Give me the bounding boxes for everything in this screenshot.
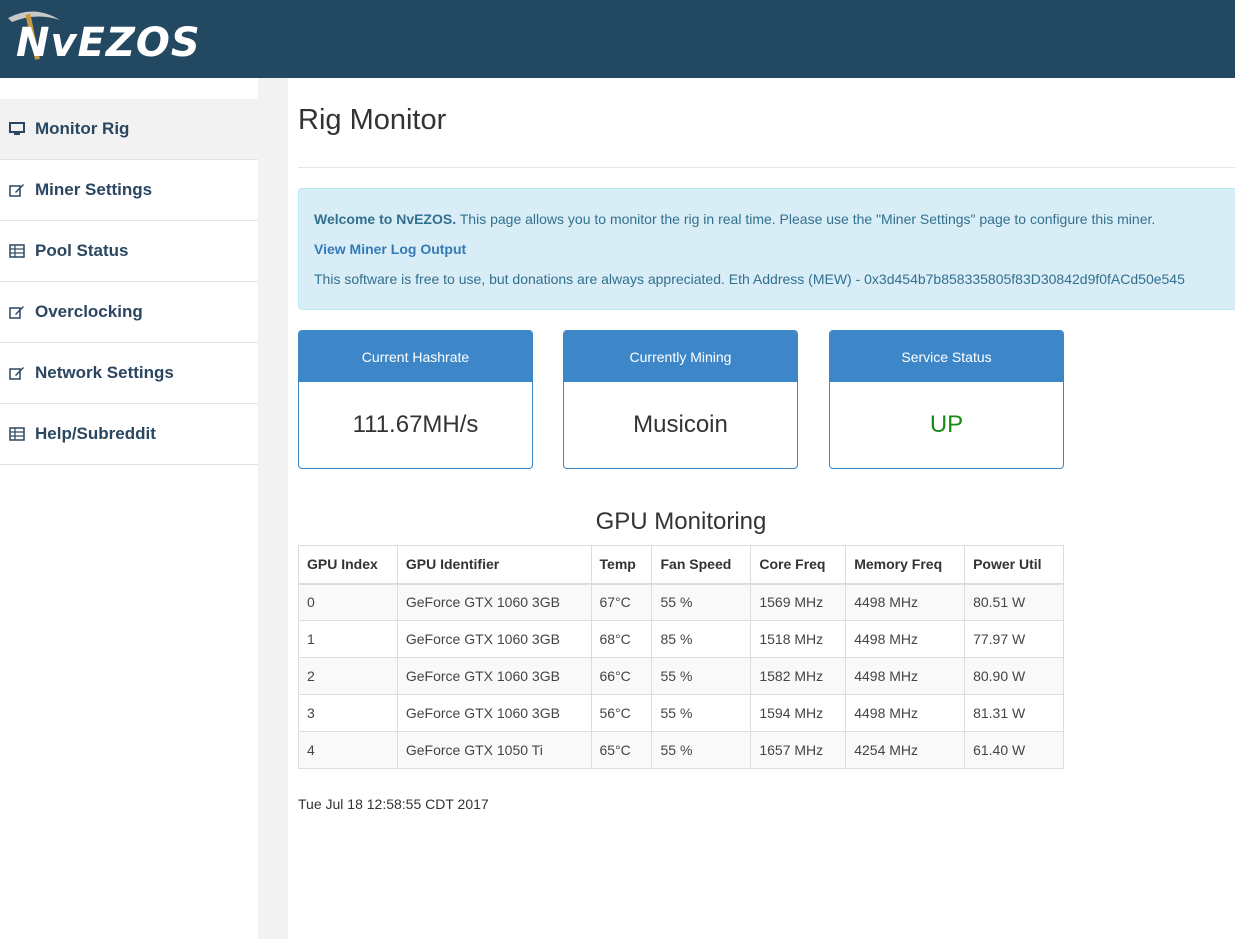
divider bbox=[298, 167, 1235, 168]
view-miner-log-link[interactable]: View Miner Log Output bbox=[314, 241, 466, 257]
mining-value: Musicoin bbox=[633, 411, 728, 438]
sidebar-item-label: Network Settings bbox=[35, 363, 174, 382]
sidebar-gutter bbox=[258, 78, 288, 939]
table-cell: 80.51 W bbox=[964, 583, 1064, 621]
column-header: GPU Index bbox=[298, 545, 398, 585]
page-title: Rig Monitor bbox=[298, 104, 447, 136]
table-cell: 1657 MHz bbox=[750, 731, 847, 769]
sidebar-item-monitor-rig[interactable]: Monitor Rig bbox=[0, 99, 258, 160]
edit-icon bbox=[8, 365, 26, 381]
sidebar-item-label: Pool Status bbox=[35, 241, 129, 260]
sidebar-item-label: Overclocking bbox=[35, 302, 143, 321]
table-cell: 55 % bbox=[651, 694, 752, 732]
sidebar: Monitor Rig Miner Settings Pool Status O… bbox=[0, 78, 258, 939]
table-icon bbox=[8, 243, 26, 259]
table-cell: 66°C bbox=[590, 657, 653, 695]
table-cell: 1 bbox=[298, 620, 398, 658]
table-cell: 1569 MHz bbox=[750, 583, 847, 621]
top-bar: NvEZOS bbox=[0, 0, 1235, 78]
hashrate-label: Current Hashrate bbox=[299, 331, 532, 382]
table-cell: GeForce GTX 1060 3GB bbox=[396, 620, 592, 658]
nav-list: Monitor Rig Miner Settings Pool Status O… bbox=[0, 99, 258, 465]
edit-icon bbox=[8, 304, 26, 320]
table-cell: 0 bbox=[298, 583, 398, 621]
table-cell: 77.97 W bbox=[964, 620, 1064, 658]
table-cell: 4498 MHz bbox=[845, 657, 966, 695]
nvezos-logo[interactable]: NvEZOS bbox=[6, 6, 221, 70]
table-cell: 4498 MHz bbox=[845, 694, 966, 732]
sidebar-item-label: Miner Settings bbox=[35, 180, 153, 199]
table-cell: 4 bbox=[298, 731, 398, 769]
last-updated-timestamp: Tue Jul 18 12:58:55 CDT 2017 bbox=[298, 796, 489, 812]
table-cell: 4498 MHz bbox=[845, 583, 966, 621]
info-alert: Welcome to NvEZOS. This page allows you … bbox=[298, 188, 1235, 310]
table-cell: 80.90 W bbox=[964, 657, 1064, 695]
gpu-monitoring-title: GPU Monitoring bbox=[595, 508, 767, 535]
column-header: Power Util bbox=[964, 545, 1064, 585]
table-cell: 2 bbox=[298, 657, 398, 695]
sidebar-item-miner-settings[interactable]: Miner Settings bbox=[0, 160, 258, 221]
table-cell: 55 % bbox=[651, 583, 752, 621]
mining-label: Currently Mining bbox=[564, 331, 797, 382]
column-header: Core Freq bbox=[750, 545, 847, 585]
welcome-message: Welcome to NvEZOS. This page allows you … bbox=[314, 211, 1155, 227]
mining-panel: Currently Mining Musicoin bbox=[563, 330, 798, 469]
hashrate-panel: Current Hashrate 111.67MH/s bbox=[298, 330, 533, 469]
sidebar-item-overclocking[interactable]: Overclocking bbox=[0, 282, 258, 343]
edit-icon bbox=[8, 182, 26, 198]
table-cell: 4498 MHz bbox=[845, 620, 966, 658]
table-cell: 65°C bbox=[590, 731, 653, 769]
service-status-label: Service Status bbox=[830, 331, 1063, 382]
table-row: 3 GeForce GTX 1060 3GB 56°C 55 % 1594 MH… bbox=[298, 694, 1064, 732]
sidebar-item-pool-status[interactable]: Pool Status bbox=[0, 221, 258, 282]
table-cell: 3 bbox=[298, 694, 398, 732]
hashrate-value: 111.67MH/s bbox=[352, 411, 479, 438]
monitor-icon bbox=[8, 121, 26, 137]
service-status-panel: Service Status UP bbox=[829, 330, 1064, 469]
table-cell: GeForce GTX 1050 Ti bbox=[396, 731, 592, 769]
table-row: 0 GeForce GTX 1060 3GB 67°C 55 % 1569 MH… bbox=[298, 583, 1064, 621]
table-cell: GeForce GTX 1060 3GB bbox=[396, 657, 592, 695]
table-cell: 61.40 W bbox=[964, 731, 1064, 769]
table-row: 4 GeForce GTX 1050 Ti 65°C 55 % 1657 MHz… bbox=[298, 731, 1064, 769]
donation-message: This software is free to use, but donati… bbox=[314, 271, 1185, 287]
column-header: Memory Freq bbox=[845, 545, 966, 585]
welcome-bold: Welcome to NvEZOS. bbox=[314, 211, 457, 227]
gpu-table: GPU Index GPU Identifier Temp Fan Speed … bbox=[298, 545, 1064, 769]
table-cell: 81.31 W bbox=[964, 694, 1064, 732]
table-cell: 55 % bbox=[651, 731, 752, 769]
table-row: 2 GeForce GTX 1060 3GB 66°C 55 % 1582 MH… bbox=[298, 657, 1064, 695]
column-header: Temp bbox=[590, 545, 653, 585]
table-cell: 1518 MHz bbox=[750, 620, 847, 658]
table-cell: 1594 MHz bbox=[750, 694, 847, 732]
table-icon bbox=[8, 426, 26, 442]
table-cell: 68°C bbox=[590, 620, 653, 658]
sidebar-item-network-settings[interactable]: Network Settings bbox=[0, 343, 258, 404]
sidebar-item-label: Monitor Rig bbox=[35, 119, 130, 138]
table-cell: GeForce GTX 1060 3GB bbox=[396, 583, 592, 621]
table-cell: 67°C bbox=[590, 583, 653, 621]
table-cell: GeForce GTX 1060 3GB bbox=[396, 694, 592, 732]
table-row: 1 GeForce GTX 1060 3GB 68°C 85 % 1518 MH… bbox=[298, 620, 1064, 658]
sidebar-item-label: Help/Subreddit bbox=[35, 424, 156, 443]
table-header-row: GPU Index GPU Identifier Temp Fan Speed … bbox=[298, 545, 1064, 585]
table-cell: 55 % bbox=[651, 657, 752, 695]
logo-text: NvEZOS bbox=[16, 20, 201, 66]
welcome-text: This page allows you to monitor the rig … bbox=[456, 211, 1156, 227]
sidebar-item-help-subreddit[interactable]: Help/Subreddit bbox=[0, 404, 258, 465]
table-cell: 4254 MHz bbox=[845, 731, 966, 769]
column-header: GPU Identifier bbox=[396, 545, 592, 585]
column-header: Fan Speed bbox=[651, 545, 752, 585]
table-cell: 1582 MHz bbox=[750, 657, 847, 695]
table-cell: 85 % bbox=[651, 620, 752, 658]
table-cell: 56°C bbox=[590, 694, 653, 732]
service-status-value: UP bbox=[929, 411, 964, 438]
